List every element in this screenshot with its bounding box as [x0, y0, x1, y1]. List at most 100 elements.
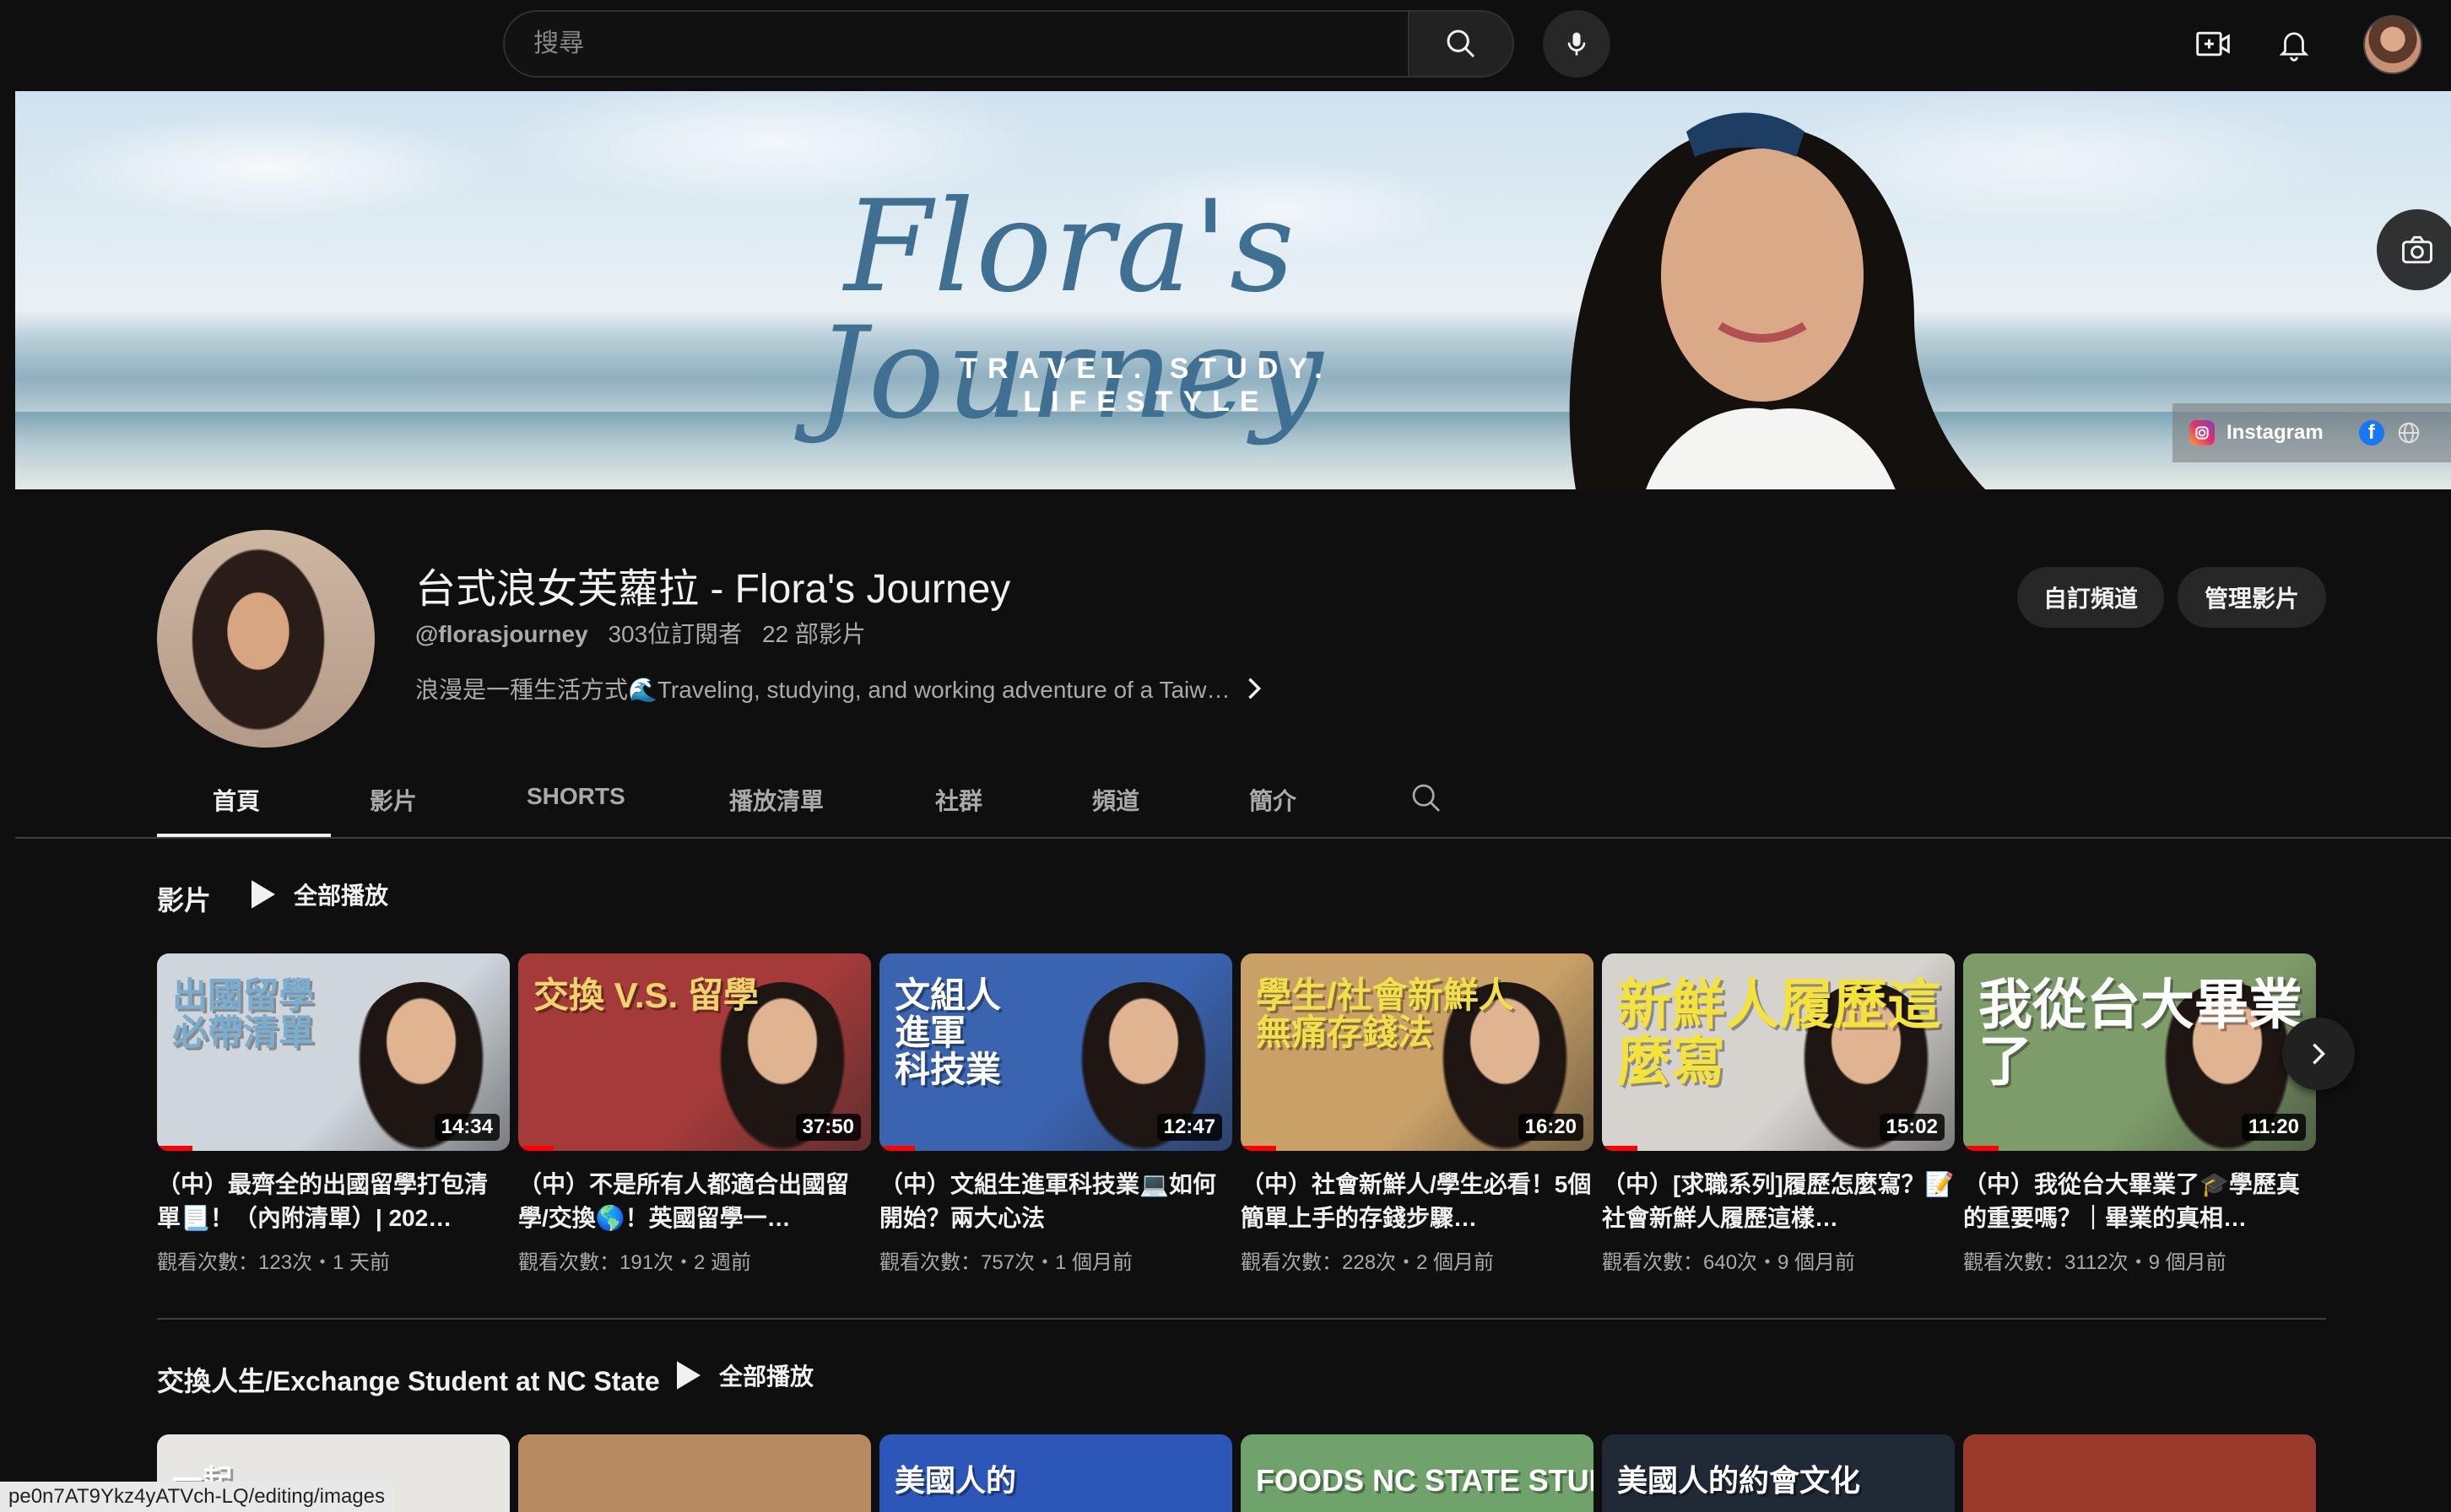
shelf-title-videos[interactable]: 影片 — [157, 879, 211, 918]
video-card[interactable]: 交換 V.S. 留學 37:50 （中）不是所有人都適合出國留學/交換🌎！英國留學一… — [518, 953, 871, 1275]
video-title[interactable]: （中）社會新鮮人/學生必看！5個簡單上手的存錢步驟… — [1241, 1168, 1593, 1235]
video-thumbnail[interactable]: 交換 V.S. 留學 37:50 — [518, 953, 871, 1151]
active-tab-indicator — [157, 834, 331, 837]
search-box[interactable] — [503, 10, 1409, 78]
create-icon — [2196, 31, 2230, 57]
thumbnail-text: 新鮮人履歷這麼寫 — [1617, 975, 1941, 1093]
video-meta: 觀看次數：228次・2 個月前 — [1241, 1251, 1495, 1274]
bell-icon — [2279, 32, 2309, 62]
video-title[interactable]: （中）文組生進軍科技業💻如何開始？兩大心法 — [879, 1168, 1232, 1235]
create-button[interactable] — [2188, 19, 2238, 69]
shelf-next-button[interactable] — [2282, 1018, 2355, 1090]
video-title[interactable]: （中）不是所有人都適合出國留學/交換🌎！英國留學一… — [518, 1168, 871, 1235]
video-thumbnail[interactable]: 文組人 進軍 科技業 12:47 — [879, 953, 1232, 1151]
video-meta: 觀看次數：191次・2 週前 — [518, 1251, 752, 1274]
tab-about[interactable]: 簡介 — [1249, 783, 1296, 817]
globe-icon[interactable] — [2396, 420, 2421, 446]
notifications-button[interactable] — [2269, 19, 2319, 69]
video-thumbnail[interactable] — [1963, 1434, 2316, 1512]
tab-shorts[interactable]: SHORTS — [527, 783, 625, 810]
video-count: 22 部影片 — [761, 621, 866, 647]
channel-description[interactable]: 浪漫是一種生活方式🌊Traveling, studying, and worki… — [415, 672, 1263, 705]
channel-banner: Flora's Journey TRAVEL. STUDY. LIFESTYLE — [15, 91, 2451, 489]
tab-channels[interactable]: 頻道 — [1092, 783, 1139, 817]
chevron-right-icon — [1248, 678, 1262, 699]
tab-videos[interactable]: 影片 — [370, 783, 417, 817]
video-duration: 37:50 — [795, 1114, 861, 1141]
video-title[interactable]: （中）[求職系列]履歷怎麼寫？📝社會新鮮人履歷這樣… — [1602, 1168, 1955, 1235]
watch-progress-bar — [1241, 1146, 1276, 1151]
instagram-link[interactable]: Instagram — [2226, 421, 2324, 445]
play-icon — [252, 880, 275, 909]
chevron-right-icon — [2313, 1043, 2326, 1065]
video-card[interactable]: 我從台大畢業了 11:20 （中）我從台大畢業了🎓學歷真的重要嗎？｜畢業的真相… 觀看… — [1963, 953, 2316, 1275]
video-title[interactable]: （中）最齊全的出國留學打包清單📃！（內附清單）| 202… — [157, 1168, 510, 1235]
banner-tagline: TRAVEL. STUDY. LIFESTYLE — [960, 353, 1333, 418]
play-all-label: 全部播放 — [294, 883, 389, 909]
play-all-button[interactable]: 全部播放 — [252, 878, 388, 911]
status-bar-url: pe0n7AT9Ykz4yATVch-LQ/editing/images — [0, 1482, 394, 1512]
video-duration: 12:47 — [1156, 1114, 1222, 1141]
channel-tabs: 首頁 影片 SHORTS 播放清單 社群 頻道 簡介 — [15, 770, 2451, 839]
video-card[interactable]: 文組人 進軍 科技業 12:47 （中）文組生進軍科技業💻如何開始？兩大心法觀看次數… — [879, 953, 1232, 1275]
thumbnail-text: 我從台大畢業了 — [1978, 975, 2302, 1093]
watch-progress-bar — [518, 1146, 554, 1151]
video-duration: 16:20 — [1518, 1114, 1583, 1141]
video-card[interactable]: 出國留學 必帶清單 14:34 （中）最齊全的出國留學打包清單📃！（內附清單）| 2… — [157, 953, 510, 1275]
thumbnail-text: 美國人的 — [895, 1463, 1017, 1498]
video-meta: 觀看次數：757次・1 個月前 — [879, 1251, 1134, 1274]
video-meta: 觀看次數：3112次・9 個月前 — [1963, 1251, 2226, 1274]
video-thumbnail[interactable]: FOODS NC STATE STUDENTS EAT — [1241, 1434, 1593, 1512]
watch-progress-bar — [157, 1146, 192, 1151]
video-thumbnail[interactable]: 新鮮人履歷這麼寫 15:02 — [1602, 953, 1955, 1151]
voice-search-button[interactable] — [1543, 10, 1610, 78]
watch-progress-bar — [1602, 1146, 1637, 1151]
shelf-divider — [157, 1318, 2326, 1320]
manage-videos-button[interactable]: 管理影片 — [2178, 567, 2326, 628]
camera-icon — [2402, 235, 2432, 264]
top-bar — [0, 0, 2451, 91]
video-title[interactable]: （中）我從台大畢業了🎓學歷真的重要嗎？｜畢業的真相… — [1963, 1168, 2316, 1235]
search-input[interactable] — [533, 12, 1408, 76]
video-card[interactable]: 新鮮人履歷這麼寫 15:02 （中）[求職系列]履歷怎麼寫？📝社會新鮮人履歷這樣… 觀… — [1602, 953, 1955, 1275]
channel-search-icon[interactable] — [1409, 781, 1443, 815]
thumbnail-text: FOODS NC STATE STUDENTS EAT — [1256, 1463, 1593, 1498]
subscriber-count: 303位訂閱者 — [608, 621, 743, 647]
video-duration: 15:02 — [1879, 1114, 1945, 1141]
thumbnail-text: 學生/社會新鮮人 無痛存錢法 — [1256, 975, 1514, 1053]
channel-meta: @florasjourney 303位訂閱者 22 部影片 — [415, 616, 879, 650]
watch-progress-bar — [879, 1146, 915, 1151]
account-avatar[interactable] — [2363, 15, 2422, 74]
video-thumbnail[interactable]: 美國人的約會文化 — [1602, 1434, 1955, 1512]
video-duration: 14:34 — [434, 1114, 500, 1141]
edit-banner-button[interactable] — [2377, 209, 2451, 290]
channel-avatar[interactable] — [157, 530, 375, 748]
video-thumbnail[interactable] — [518, 1434, 871, 1512]
banner-links: Instagram f — [2172, 403, 2451, 462]
shelf-title-exchange[interactable]: 交換人生/Exchange Student at NC State — [157, 1360, 660, 1399]
facebook-icon[interactable]: f — [2358, 420, 2384, 446]
thumbnail-text: 出國留學 必帶清單 — [172, 975, 315, 1053]
play-all-label: 全部播放 — [719, 1364, 814, 1390]
video-thumbnail[interactable]: 學生/社會新鮮人 無痛存錢法 16:20 — [1241, 953, 1593, 1151]
tab-playlists[interactable]: 播放清單 — [729, 783, 824, 817]
video-thumbnail[interactable]: 美國人的 — [879, 1434, 1232, 1512]
thumbnail-text: 美國人的約會文化 — [1617, 1463, 1861, 1498]
tab-community[interactable]: 社群 — [935, 783, 982, 817]
play-icon — [677, 1361, 701, 1390]
video-meta: 觀看次數：123次・1 天前 — [157, 1251, 391, 1274]
search-button[interactable] — [1408, 10, 1514, 78]
customize-channel-button[interactable]: 自訂頻道 — [2017, 567, 2164, 628]
play-all-button-2[interactable]: 全部播放 — [677, 1358, 814, 1392]
instagram-icon[interactable] — [2189, 420, 2215, 446]
video-thumbnail[interactable]: 我從台大畢業了 11:20 — [1963, 953, 2316, 1151]
mic-icon — [1567, 32, 1586, 56]
video-meta: 觀看次數：640次・9 個月前 — [1602, 1251, 1856, 1274]
video-thumbnail[interactable]: 出國留學 必帶清單 14:34 — [157, 953, 510, 1151]
page: Flora's Journey TRAVEL. STUDY. LIFESTYLE… — [0, 0, 2451, 1512]
banner-portrait — [1569, 112, 1986, 489]
video-card[interactable]: 學生/社會新鮮人 無痛存錢法 16:20 （中）社會新鮮人/學生必看！5個簡單上手的… — [1241, 953, 1593, 1275]
tab-home[interactable]: 首頁 — [213, 783, 260, 817]
search-icon — [1447, 30, 1475, 58]
channel-description-text: 浪漫是一種生活方式🌊Traveling, studying, and worki… — [415, 677, 1231, 703]
